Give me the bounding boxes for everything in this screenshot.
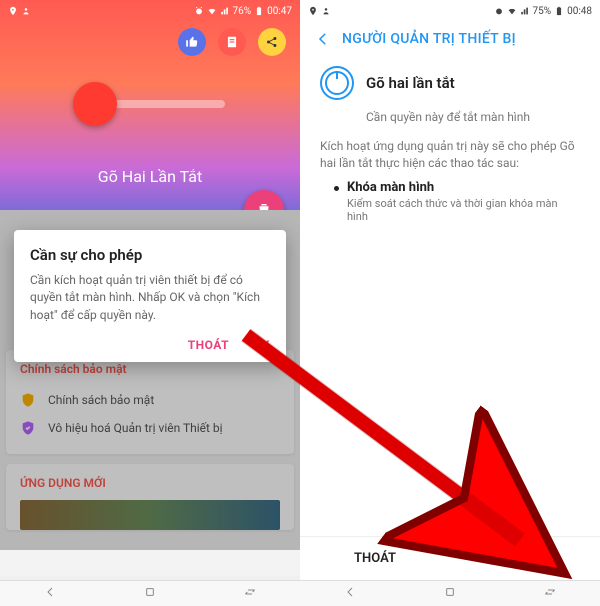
status-bar: 75% 00:48 xyxy=(300,0,600,22)
dialog-cancel-button[interactable]: THOÁT xyxy=(188,338,229,352)
slider-knob[interactable] xyxy=(73,82,117,126)
status-bar: 76% 00:47 xyxy=(0,0,300,22)
nav-recents-icon[interactable] xyxy=(242,584,258,604)
app-title: Gõ Hai Lần Tắt xyxy=(0,167,300,186)
footer-actions: THOÁT BẬT xyxy=(300,536,600,580)
navigation-bar xyxy=(300,580,600,606)
dialog-title: Cần sự cho phép xyxy=(30,246,270,264)
nav-back-icon[interactable] xyxy=(342,584,358,604)
like-button[interactable] xyxy=(178,28,206,56)
dialog-message: Cần kích hoạt quản trị viên thiết bị để … xyxy=(30,272,270,324)
battery-text: 76% xyxy=(233,6,252,17)
admin-description: Kích hoạt ứng dụng quản trị này sẽ cho p… xyxy=(300,124,600,180)
share-button[interactable] xyxy=(258,28,286,56)
app-name: Gõ hai lần tắt xyxy=(366,74,455,92)
body-area: Chính sách bảo mật Chính sách bảo mật Vô… xyxy=(0,210,300,576)
clock-text: 00:48 xyxy=(567,6,592,17)
signal-icon xyxy=(220,6,230,16)
action-row xyxy=(178,28,286,56)
location-icon xyxy=(8,6,18,16)
nav-home-icon[interactable] xyxy=(142,584,158,604)
permission-bullet: Khóa màn hình Kiểm soát cách thức và thờ… xyxy=(300,180,600,223)
location-icon xyxy=(308,6,318,16)
bullet-title: Khóa màn hình xyxy=(347,180,580,195)
app-row: Gõ hai lần tắt xyxy=(300,60,600,104)
screen-header: NGƯỜI QUẢN TRỊ THIẾT BỊ xyxy=(300,22,600,60)
permission-dialog: Cần sự cho phép Cần kích hoạt quản trị v… xyxy=(14,230,286,362)
sensitivity-slider[interactable] xyxy=(75,100,225,108)
signal-icon xyxy=(520,6,530,16)
screen-title: NGƯỜI QUẢN TRỊ THIẾT BỊ xyxy=(342,31,516,47)
person-icon xyxy=(21,6,31,16)
enable-button[interactable]: BẬT xyxy=(450,537,600,580)
person-icon xyxy=(321,6,331,16)
bullet-icon xyxy=(334,186,339,191)
wifi-icon xyxy=(207,6,217,16)
nav-home-icon[interactable] xyxy=(442,584,458,604)
cancel-button[interactable]: THOÁT xyxy=(300,537,450,580)
dialog-ok-button[interactable]: OK xyxy=(253,338,270,352)
navigation-bar xyxy=(0,580,300,606)
battery-text: 75% xyxy=(533,6,552,17)
back-icon[interactable] xyxy=(314,30,332,48)
app-icon xyxy=(320,66,354,100)
nav-recents-icon[interactable] xyxy=(542,584,558,604)
phone-right: 75% 00:48 NGƯỜI QUẢN TRỊ THIẾT BỊ Gõ hai… xyxy=(300,0,600,606)
list-button[interactable] xyxy=(218,28,246,56)
alarm-icon xyxy=(494,6,504,16)
phone-left: 76% 00:47 Gõ Hai Lần Tắt Chính s xyxy=(0,0,300,606)
clock-text: 00:47 xyxy=(267,6,292,17)
app-caption: Cần quyền này để tắt màn hình xyxy=(300,104,600,124)
bullet-subtitle: Kiểm soát cách thức và thời gian khóa mà… xyxy=(347,197,580,223)
battery-icon xyxy=(554,6,564,16)
nav-back-icon[interactable] xyxy=(42,584,58,604)
alarm-icon xyxy=(194,6,204,16)
power-icon xyxy=(325,71,349,95)
wifi-icon xyxy=(507,6,517,16)
header-area: 76% 00:47 Gõ Hai Lần Tắt xyxy=(0,0,300,210)
battery-icon xyxy=(254,6,264,16)
